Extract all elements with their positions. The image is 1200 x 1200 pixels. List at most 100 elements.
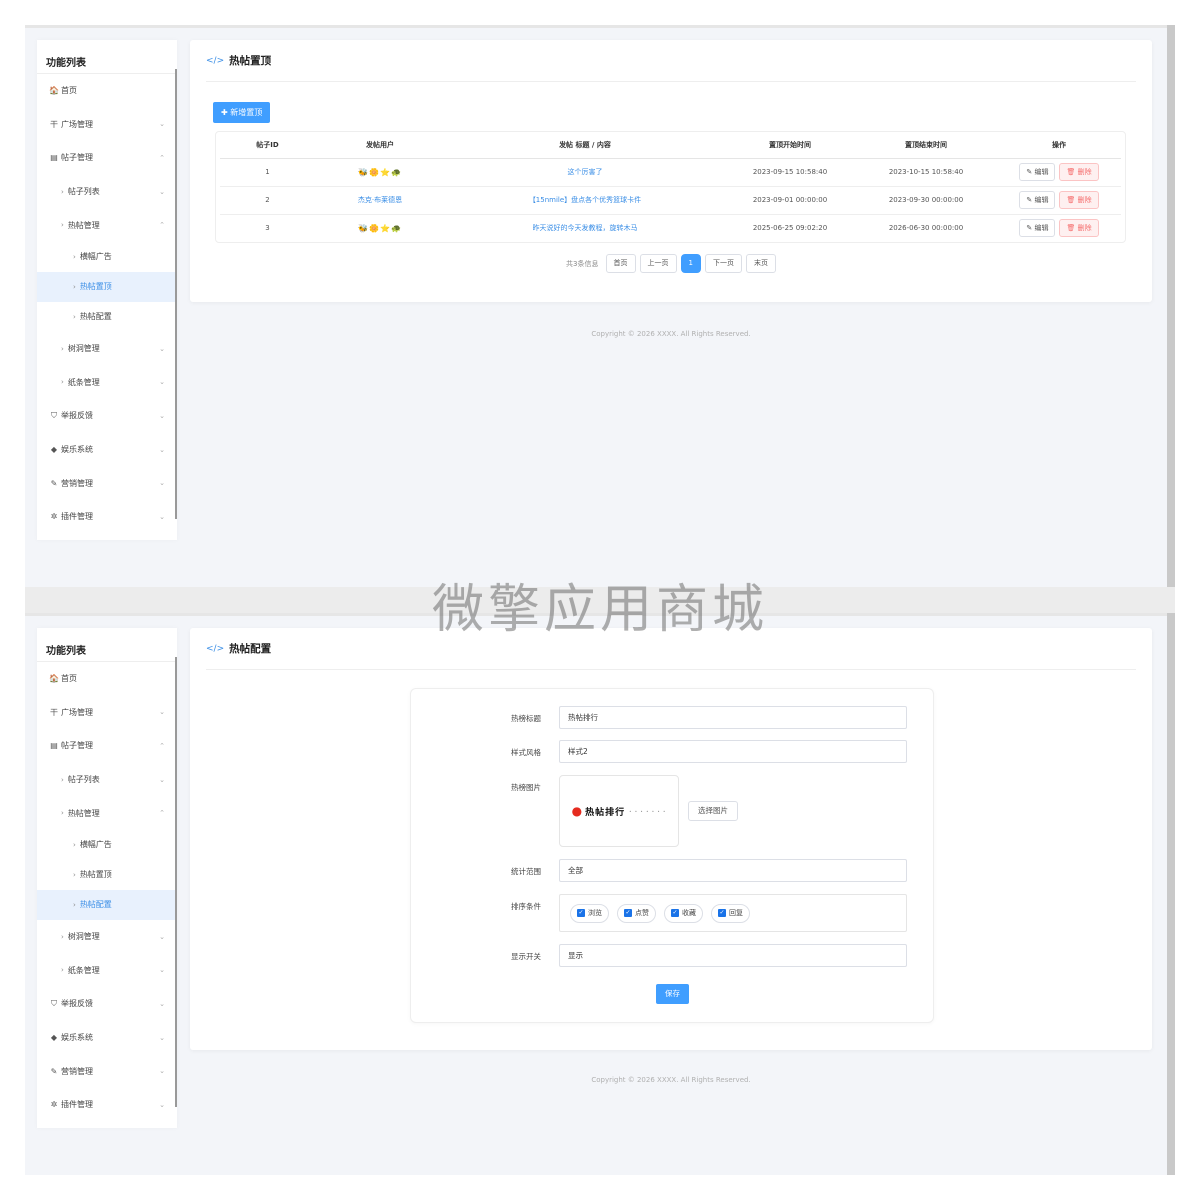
page-scrollbar[interactable]: [1167, 613, 1175, 1175]
sidebar-item[interactable]: 干广场管理 ⌄: [37, 696, 177, 730]
sidebar-item[interactable]: › 热帖配置: [37, 302, 177, 332]
sidebar-item[interactable]: 🏠 首页: [37, 74, 177, 108]
sidebar-item[interactable]: ▤ 帖子管理 ⌃: [37, 729, 177, 763]
hot-title-input[interactable]: 热帖排行: [559, 706, 907, 729]
sidebar-item-label: 娱乐系统: [61, 1033, 93, 1043]
hot-image-preview[interactable]: ● 热帖排行 • • • • • • •: [559, 775, 679, 847]
post-title-link[interactable]: 昨天说好的今天发教程，旋转木马: [533, 224, 638, 232]
sidebar-item-label: 插件管理: [61, 1100, 93, 1110]
sidebar-item[interactable]: 🏠 首页: [37, 662, 177, 696]
table-row: 2 杰克·布莱德恩 【15nmile】盘点各个优秀篮球卡件 2023-09-01 00…: [220, 186, 1121, 215]
pen-icon: ✎: [50, 1066, 58, 1076]
sidebar-item[interactable]: › 帖子列表 ⌄: [37, 175, 177, 209]
sort-option-label: 收藏: [682, 909, 696, 917]
sidebar-item[interactable]: ◆ 娱乐系统 ⌄: [37, 1021, 177, 1055]
sidebar-item[interactable]: › 热帖管理 ⌃: [37, 208, 177, 242]
sidebar-item[interactable]: › 热帖配置: [37, 889, 177, 920]
pin-table-body: 1 🐝🌼⭐🐢 这个厉害了 2023-09-15 10:58:40 2023-10-15 …: [220, 158, 1121, 242]
shield-icon: ⛉: [51, 410, 57, 420]
delete-button[interactable]: 🗑 删除: [1059, 191, 1099, 209]
sort-option-reply[interactable]: ✓ 回复: [711, 903, 750, 923]
add-pin-button[interactable]: ✚ 新增置顶: [213, 102, 271, 123]
edit-button[interactable]: ✎ 编辑: [1019, 191, 1056, 209]
current-page-button[interactable]: 1: [680, 254, 701, 273]
edit-button[interactable]: ✎ 编辑: [1019, 163, 1056, 181]
sidebar-item[interactable]: › 树洞管理 ⌄: [37, 332, 177, 366]
sidebar-scrollbar[interactable]: [175, 657, 177, 1107]
switch-input[interactable]: 显示: [559, 944, 907, 967]
checkbox-checked-icon: ✓: [671, 909, 679, 917]
sidebar-item[interactable]: ⛉ 举报反馈 ⌄: [37, 987, 177, 1021]
chevron-down-icon: ⌄: [159, 999, 165, 1008]
next-page-button[interactable]: 下一页: [704, 254, 742, 273]
sort-option-browse[interactable]: ✓ 浏览: [570, 903, 609, 923]
sort-option-like[interactable]: ✓ 点赞: [617, 903, 656, 923]
sort-option-label: 点赞: [635, 909, 649, 917]
chevron-down-icon: ⌄: [159, 411, 165, 420]
prev-page-button[interactable]: 上一页: [639, 254, 677, 273]
sidebar-item-label: 娱乐系统: [61, 445, 93, 455]
column-header: 操作: [997, 132, 1121, 159]
table-cell: 2023-09-01 00:00:00: [725, 186, 855, 215]
edit-button-label: 编辑: [1034, 224, 1049, 233]
select-image-button[interactable]: 选择图片: [688, 801, 738, 821]
edit-button[interactable]: ✎ 编辑: [1019, 219, 1056, 238]
sidebar-item[interactable]: › 纸条管理 ⌄: [37, 954, 177, 988]
sidebar-item-label: 热帖管理: [67, 220, 100, 230]
sidebar-item[interactable]: ✎ 营销管理 ⌄: [37, 1054, 177, 1088]
post-id: 1: [265, 168, 270, 176]
sidebar-item[interactable]: ✲ 插件管理 ⌄: [37, 500, 177, 534]
sidebar-item[interactable]: ▤ 帖子管理 ⌃: [37, 141, 177, 175]
config-form: 热榜标题 热帖排行 样式风格 样式2 热榜图片 ● 热帖排行 • • • • •…: [410, 688, 934, 1023]
sidebar-scrollbar[interactable]: [175, 69, 177, 519]
sidebar-item[interactable]: › 横幅广告: [37, 830, 177, 860]
post-title-link[interactable]: 【15nmile】盘点各个优秀篮球卡件: [529, 196, 641, 204]
sidebar-item[interactable]: ◆ 娱乐系统 ⌄: [37, 433, 177, 467]
page-title: 热帖配置: [229, 643, 272, 655]
range-input[interactable]: 全部: [559, 859, 907, 882]
sidebar-item-label: 帖子管理: [61, 741, 93, 751]
page-title: 热帖置顶: [229, 55, 272, 67]
post-user[interactable]: 杰克·布莱德恩: [358, 196, 402, 204]
chevron-right-icon: ›: [73, 312, 76, 321]
sidebar-item-label: 举报反馈: [61, 411, 93, 421]
card-header: </> 热帖置顶: [206, 40, 1136, 82]
sidebar-item[interactable]: ⛉ 举报反馈 ⌄: [37, 399, 177, 433]
document-icon: ▤: [50, 153, 58, 163]
last-page-button[interactable]: 末页: [745, 254, 776, 273]
sidebar-item[interactable]: › 热帖置顶: [37, 271, 177, 302]
sidebar-item[interactable]: › 树洞管理 ⌄: [37, 920, 177, 954]
pin-start-time: 2025-06-25 09:02:20: [752, 224, 828, 233]
delete-button-label: 删除: [1077, 196, 1092, 204]
table-cell: 杰克·布莱德恩: [315, 186, 445, 215]
sidebar-item[interactable]: › 帖子列表 ⌄: [37, 763, 177, 797]
delete-button[interactable]: 🗑 删除: [1059, 219, 1099, 238]
sidebar-item[interactable]: 干广场管理 ⌄: [37, 108, 177, 142]
trash-icon: 🗑: [1066, 196, 1078, 204]
sidebar-item[interactable]: › 热帖管理 ⌃: [37, 796, 177, 830]
sidebar-item[interactable]: ✎ 营销管理 ⌄: [37, 466, 177, 500]
save-button[interactable]: 保存: [656, 984, 689, 1004]
square-icon: 干: [50, 707, 58, 717]
toolbar: ✚ 新增置顶: [213, 100, 1152, 123]
first-page-button[interactable]: 首页: [605, 254, 636, 273]
delete-button[interactable]: 🗑 删除: [1059, 163, 1099, 181]
hot-post-config-screen: 功能列表 🏠 首页干广场管理 ⌄ ▤ 帖子管理 ⌃ › 帖子列表 ⌄ › 热帖管理 ⌃ › 横幅广告 › 热帖…: [25, 613, 1175, 1175]
sidebar-item-label: 广场管理: [61, 119, 93, 129]
sidebar-item-label: 营销管理: [61, 1066, 93, 1076]
sort-option-favorite[interactable]: ✓ 收藏: [664, 903, 703, 923]
chevron-right-icon: ›: [73, 282, 76, 291]
sidebar-item[interactable]: › 横幅广告: [37, 242, 177, 272]
chevron-right-icon: ›: [61, 221, 64, 230]
table-cell: 🐝🌼⭐🐢: [315, 214, 445, 242]
sort-option-label: 回复: [729, 909, 743, 917]
sidebar-item[interactable]: › 纸条管理 ⌄: [37, 366, 177, 400]
fire-icon: ●: [571, 804, 583, 818]
page-scrollbar[interactable]: [1167, 25, 1175, 587]
trash-icon: 🗑: [1066, 224, 1078, 233]
sidebar-item-label: 树洞管理: [67, 932, 100, 942]
style-input[interactable]: 样式2: [559, 740, 907, 763]
post-title-link[interactable]: 这个厉害了: [568, 168, 603, 176]
sidebar-item[interactable]: › 热帖置顶: [37, 860, 177, 890]
sidebar-item[interactable]: ✲ 插件管理 ⌄: [37, 1088, 177, 1122]
